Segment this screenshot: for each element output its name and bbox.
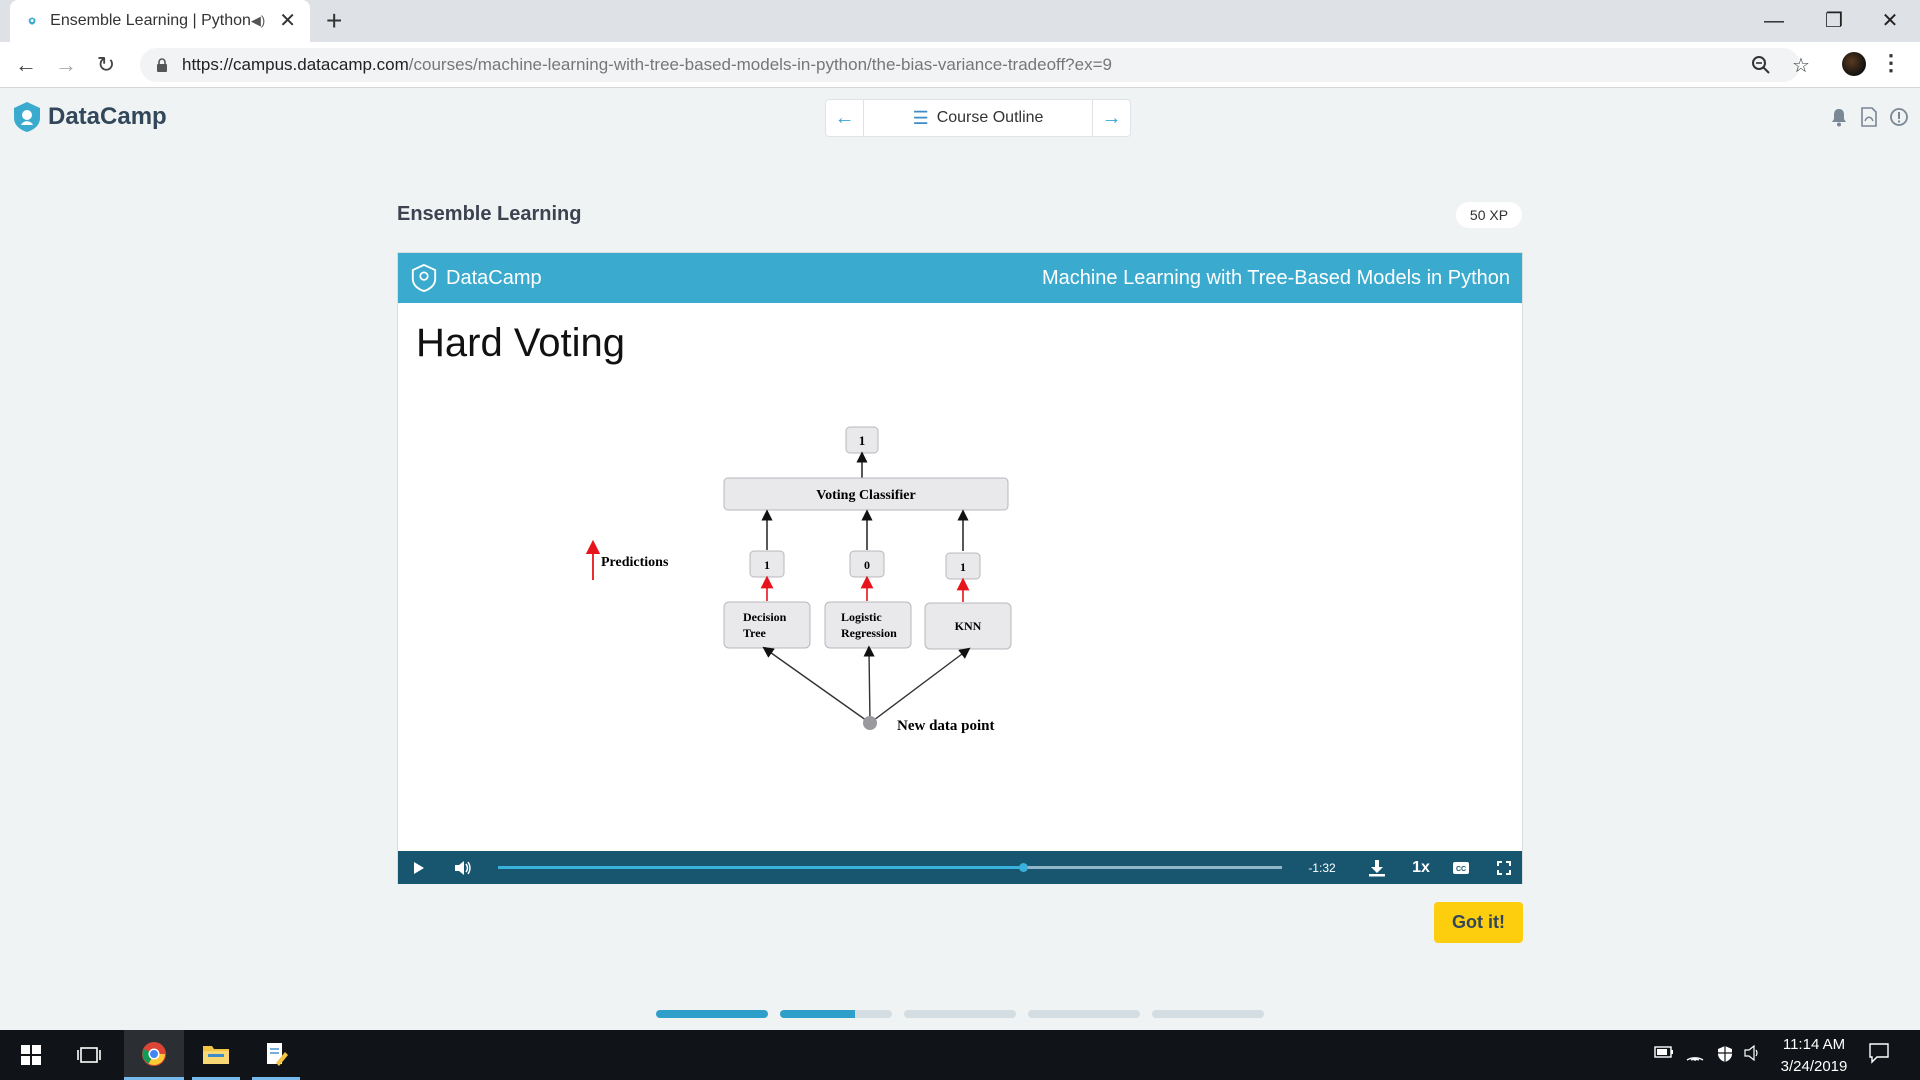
chapter-progress-segment[interactable] bbox=[656, 1010, 768, 1018]
clock-time: 11:14 AM bbox=[1782, 1036, 1846, 1053]
prediction-text: 1 bbox=[764, 558, 770, 572]
final-prediction-text: 1 bbox=[859, 433, 866, 448]
chapter-progress-segment[interactable] bbox=[1028, 1010, 1140, 1018]
notepad-app-icon[interactable] bbox=[252, 1030, 300, 1080]
back-icon[interactable]: ← bbox=[10, 49, 42, 81]
speaker-icon[interactable] bbox=[1744, 1044, 1762, 1066]
report-issue-icon[interactable] bbox=[1887, 105, 1911, 129]
play-icon[interactable] bbox=[406, 851, 432, 884]
minimize-icon[interactable]: — bbox=[1746, 6, 1802, 36]
chapter-progress-segment[interactable] bbox=[904, 1010, 1016, 1018]
xp-badge: 50 XP bbox=[1456, 202, 1522, 228]
url-text: https://campus.datacamp.com/courses/mach… bbox=[182, 55, 1112, 74]
hard-voting-diagram: 1 Voting Classifier Predictions 1 0 1 De… bbox=[585, 426, 1012, 734]
action-center-icon[interactable] bbox=[1868, 1042, 1890, 1069]
course-outline-label: Course Outline bbox=[936, 109, 1044, 126]
exercise-title: Ensemble Learning bbox=[397, 203, 582, 225]
browser-menu-icon[interactable]: ⋮ bbox=[1880, 50, 1902, 76]
datacamp-header: DataCamp ← ☰ Course Outline → bbox=[0, 89, 1920, 149]
player-controls: -1:32 1x CC bbox=[398, 851, 1522, 884]
course-navigation: ← ☰ Course Outline → bbox=[825, 99, 1131, 137]
download-icon[interactable] bbox=[1364, 851, 1390, 884]
tab-title: Ensemble Learning | Python bbox=[50, 12, 251, 29]
reload-icon[interactable]: ↻ bbox=[90, 49, 122, 81]
closed-captions-icon[interactable]: CC bbox=[1448, 851, 1474, 884]
slides-pdf-icon[interactable] bbox=[1857, 105, 1881, 129]
input-arrow bbox=[869, 647, 971, 724]
model-label: KNN bbox=[955, 619, 982, 633]
profile-avatar[interactable] bbox=[1842, 52, 1866, 76]
prediction-text: 1 bbox=[960, 560, 966, 574]
windows-taskbar: 11:14 AM 3/24/2019 bbox=[0, 1030, 1920, 1080]
datacamp-logo[interactable]: DataCamp bbox=[12, 101, 167, 133]
wifi-icon[interactable] bbox=[1686, 1045, 1704, 1066]
prediction-text: 0 bbox=[864, 558, 870, 572]
model-label: Tree bbox=[743, 626, 767, 640]
voting-classifier-label: Voting Classifier bbox=[816, 488, 915, 503]
tab-close-icon[interactable]: ✕ bbox=[279, 11, 296, 31]
progress-fill bbox=[656, 1010, 768, 1018]
video-player[interactable]: DataCamp Machine Learning with Tree-Base… bbox=[397, 252, 1523, 884]
browser-toolbar: ← → ↻ https://campus.datacamp.com/course… bbox=[0, 42, 1920, 88]
hamburger-icon: ☰ bbox=[912, 107, 929, 128]
fullscreen-icon[interactable] bbox=[1491, 851, 1517, 884]
progress-fill bbox=[780, 1010, 856, 1018]
zoom-icon[interactable] bbox=[1746, 48, 1776, 82]
browser-tab[interactable]: Ensemble Learning | Python ◀) ✕ bbox=[10, 0, 310, 42]
playback-speed-button[interactable]: 1x bbox=[1404, 851, 1438, 884]
volume-icon[interactable] bbox=[450, 851, 476, 884]
tab-audio-icon[interactable]: ◀) bbox=[251, 13, 265, 29]
browser-tabstrip: Ensemble Learning | Python ◀) ✕ + — ❐ ✕ bbox=[0, 0, 1920, 42]
notification-bell-icon[interactable] bbox=[1827, 105, 1851, 129]
forward-icon[interactable]: → bbox=[50, 49, 82, 81]
battery-icon[interactable] bbox=[1654, 1045, 1674, 1063]
windows-start-icon[interactable] bbox=[8, 1030, 54, 1080]
model-box-decision-tree bbox=[723, 601, 811, 649]
seek-bar-thumb[interactable] bbox=[1019, 863, 1029, 872]
brand-name: DataCamp bbox=[48, 103, 167, 130]
chrome-taskbar-icon[interactable] bbox=[124, 1030, 184, 1080]
previous-exercise-icon[interactable]: ← bbox=[826, 100, 863, 136]
datacamp-favicon-icon bbox=[28, 17, 36, 25]
window-close-icon[interactable]: ✕ bbox=[1862, 6, 1918, 36]
file-explorer-icon[interactable] bbox=[192, 1030, 240, 1080]
model-label: Regression bbox=[841, 626, 897, 640]
datacamp-shield-icon bbox=[14, 102, 40, 132]
seek-bar-fill bbox=[498, 866, 1024, 869]
restore-icon[interactable]: ❐ bbox=[1806, 6, 1862, 36]
model-label: Decision bbox=[743, 610, 787, 624]
legend-label: Predictions bbox=[601, 555, 669, 570]
bookmark-star-icon[interactable]: ☆ bbox=[1786, 48, 1816, 82]
next-exercise-icon[interactable]: → bbox=[1093, 100, 1130, 136]
input-arrow bbox=[762, 646, 871, 724]
task-view-icon[interactable] bbox=[66, 1030, 112, 1080]
seek-bar[interactable] bbox=[498, 863, 1282, 872]
chapter-progress-segment[interactable] bbox=[780, 1010, 892, 1018]
course-outline-button[interactable]: ☰ Course Outline bbox=[863, 100, 1093, 136]
input-arrow bbox=[863, 645, 875, 724]
got-it-button[interactable]: Got it! bbox=[1434, 902, 1523, 943]
security-shield-icon[interactable] bbox=[1716, 1045, 1734, 1068]
data-point-marker bbox=[863, 716, 877, 730]
model-label: Logistic bbox=[841, 610, 882, 624]
data-point-label: New data point bbox=[897, 718, 995, 734]
chapter-progress-segment[interactable] bbox=[1152, 1010, 1264, 1018]
clock-date: 3/24/2019 bbox=[1780, 1058, 1848, 1075]
model-box-logistic-regression bbox=[824, 601, 912, 649]
lock-icon bbox=[150, 53, 174, 77]
system-clock[interactable]: 11:14 AM 3/24/2019 bbox=[1764, 1034, 1864, 1078]
time-remaining: -1:32 bbox=[1308, 860, 1336, 875]
svg-text:CC: CC bbox=[1456, 866, 1466, 873]
new-tab-icon[interactable]: + bbox=[326, 6, 342, 36]
address-bar[interactable]: https://campus.datacamp.com/courses/mach… bbox=[140, 48, 1800, 82]
